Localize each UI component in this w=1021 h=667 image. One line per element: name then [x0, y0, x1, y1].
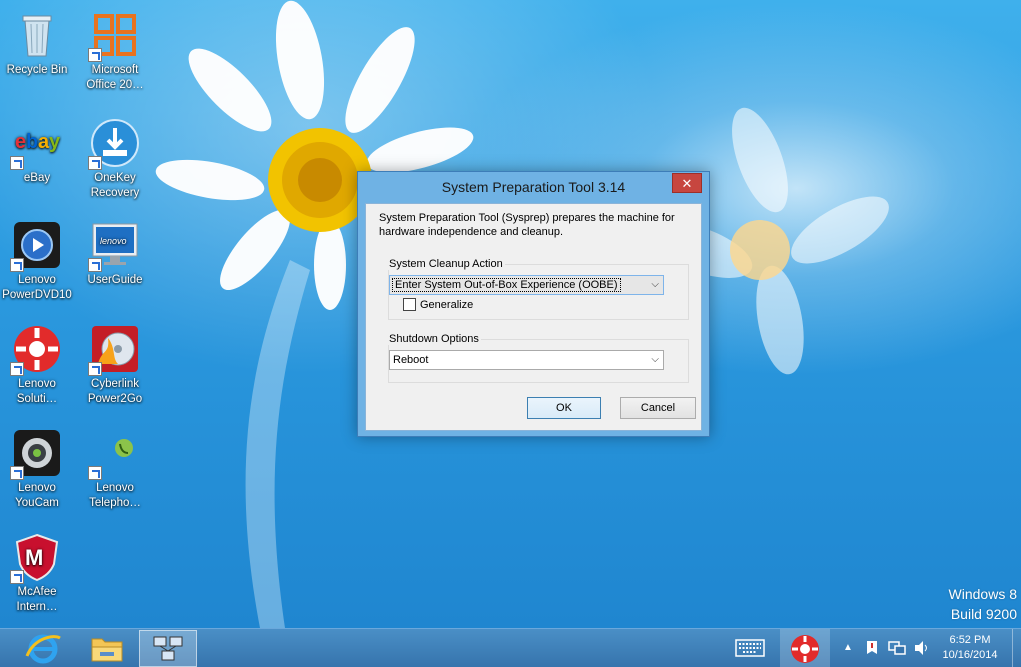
shutdown-options-value: Reboot	[393, 354, 429, 366]
action-center-icon	[867, 641, 877, 654]
close-button[interactable]: ✕	[672, 173, 702, 193]
cleanup-action-label: System Cleanup Action	[387, 258, 505, 270]
desktop-icon-label: Cyberlink Power2Go	[87, 378, 143, 405]
taskbar-clock[interactable]: 6:52 PM 10/16/2014	[935, 633, 1005, 667]
clock-time: 6:52 PM	[949, 634, 991, 646]
desktop-icon-youcam[interactable]: Lenovo YouCam	[2, 428, 72, 511]
svg-text:b: b	[26, 131, 38, 153]
dialog-description: System Preparation Tool (Sysprep) prepar…	[379, 212, 675, 238]
onekey-recovery-icon	[88, 118, 140, 170]
desktop-icon-label: OneKey Recovery	[90, 172, 140, 199]
userguide-icon: lenovo	[88, 220, 140, 272]
shortcut-arrow-icon	[10, 258, 24, 272]
lenovo-solutions-icon	[10, 324, 62, 376]
desktop-icon-label: eBay	[23, 172, 51, 184]
show-desktop-button[interactable]	[1012, 629, 1021, 667]
sysprep-dialog: System Preparation Tool 3.14 ✕ System Pr…	[357, 171, 710, 437]
taskbar-sysprep[interactable]	[139, 630, 197, 667]
svg-text:M: M	[25, 545, 43, 570]
chevron-down-icon: ⌵	[651, 354, 659, 365]
chevron-down-icon: ⌵	[651, 279, 659, 290]
shortcut-arrow-icon	[10, 466, 24, 480]
watermark-build: Build 9200	[950, 606, 1017, 622]
desktop-icon-mcafee[interactable]: M McAfee Intern…	[2, 532, 72, 615]
cleanup-action-value: Enter System Out-of-Box Experience (OOBE…	[392, 278, 621, 292]
taskbar-file-explorer[interactable]	[78, 630, 136, 667]
desktop-icon-lenovo-solutions[interactable]: Lenovo Soluti…	[2, 324, 72, 407]
cancel-button[interactable]: Cancel	[620, 397, 696, 419]
powerdvd-icon	[10, 220, 62, 272]
taskbar: ▲ 6:52 PM 10/16/2014	[0, 628, 1021, 667]
shutdown-options-select[interactable]: Reboot ⌵	[389, 350, 664, 370]
volume-tray[interactable]	[913, 640, 931, 667]
youcam-icon	[10, 428, 62, 480]
desktop-icon-label: Microsoft Office 20…	[86, 64, 144, 91]
desktop-icon-office[interactable]: Microsoft Office 20…	[80, 10, 150, 93]
office-icon	[88, 10, 140, 62]
desktop-icon-label: McAfee Intern…	[16, 586, 58, 613]
generalize-checkbox-row[interactable]: Generalize	[403, 298, 473, 311]
action-center[interactable]	[864, 640, 880, 667]
desktop-icon-recycle-bin[interactable]: Recycle Bin	[2, 10, 72, 78]
desktop-icon-label: UserGuide	[87, 274, 143, 286]
cleanup-action-select[interactable]: Enter System Out-of-Box Experience (OOBE…	[389, 275, 664, 295]
shortcut-arrow-icon	[10, 156, 24, 170]
telephony-icon	[88, 428, 140, 480]
desktop-icon-label: Lenovo PowerDVD10	[2, 274, 72, 301]
network-icon	[888, 641, 906, 655]
shortcut-arrow-icon	[88, 48, 102, 62]
show-hidden-icons[interactable]: ▲	[843, 641, 853, 667]
shortcut-arrow-icon	[10, 570, 24, 584]
close-icon: ✕	[681, 176, 693, 191]
shortcut-arrow-icon	[88, 156, 102, 170]
ebay-icon: ebay	[10, 118, 62, 170]
generalize-label: Generalize	[420, 298, 474, 311]
desktop-icon-userguide[interactable]: lenovo UserGuide	[80, 220, 150, 288]
volume-icon	[915, 641, 927, 655]
lenovo-solutions-taskbar[interactable]	[780, 629, 830, 667]
svg-text:e: e	[15, 131, 26, 153]
desktop-icon-ebay[interactable]: ebay eBay	[2, 118, 72, 186]
internet-explorer-icon	[25, 634, 61, 664]
shortcut-arrow-icon	[88, 362, 102, 376]
desktop-icon-powerdvd[interactable]: Lenovo PowerDVD10	[2, 220, 72, 303]
lenovo-solutions-tray-icon	[791, 635, 819, 663]
shortcut-arrow-icon	[10, 362, 24, 376]
desktop-icon-telephony[interactable]: Lenovo Telepho…	[80, 428, 150, 511]
clock-date: 10/16/2014	[942, 649, 998, 661]
desktop-icon-label: Recycle Bin	[6, 64, 68, 76]
sysprep-network-icon	[153, 636, 183, 661]
dialog-body: System Preparation Tool (Sysprep) prepar…	[365, 203, 702, 431]
dialog-title: System Preparation Tool 3.14	[441, 179, 626, 195]
desktop-icon-label: Lenovo Soluti…	[16, 378, 58, 405]
shortcut-arrow-icon	[88, 258, 102, 272]
generalize-checkbox[interactable]	[403, 298, 416, 311]
shortcut-arrow-icon	[88, 466, 102, 480]
svg-text:lenovo: lenovo	[100, 236, 127, 246]
keyboard-icon	[735, 639, 765, 657]
desktop-icon-label: Lenovo YouCam	[15, 482, 59, 509]
show-hidden-icons-icon: ▲	[843, 642, 853, 653]
svg-text:y: y	[49, 131, 61, 153]
watermark-os: Windows 8	[948, 586, 1017, 602]
network-tray[interactable]	[888, 640, 906, 667]
desktop-icon-onekey-recovery[interactable]: OneKey Recovery	[80, 118, 150, 201]
windows-build-watermark: Windows 8 Build 9200	[949, 584, 1017, 624]
taskbar-internet-explorer[interactable]	[14, 630, 72, 667]
keyboard-tray[interactable]	[735, 638, 765, 667]
recycle-bin-icon	[12, 10, 62, 60]
shutdown-options-label: Shutdown Options	[387, 333, 481, 345]
ok-button[interactable]: OK	[527, 397, 601, 419]
mcafee-icon: M	[10, 532, 62, 584]
desktop-icon-label: Lenovo Telepho…	[89, 482, 141, 509]
power2go-icon	[88, 324, 140, 376]
desktop-icon-power2go[interactable]: Cyberlink Power2Go	[80, 324, 150, 407]
file-explorer-icon	[91, 638, 123, 662]
